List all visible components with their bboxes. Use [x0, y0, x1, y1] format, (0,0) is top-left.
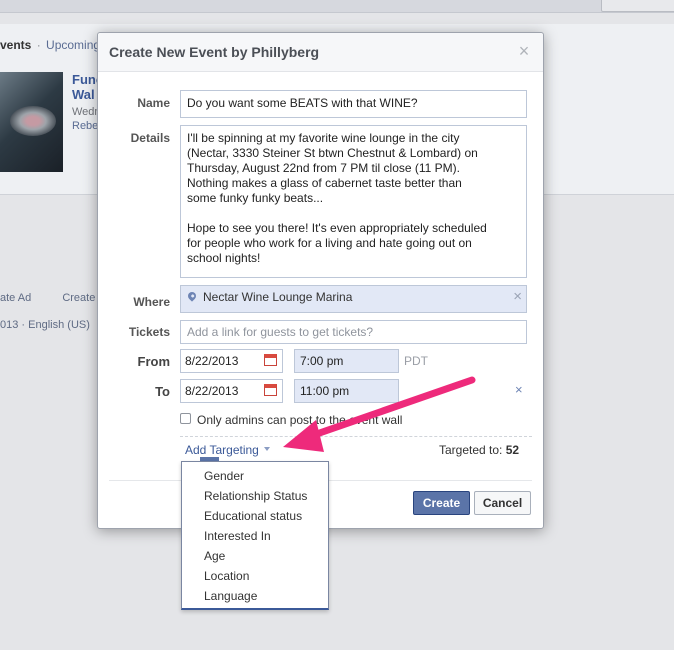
cancel-button[interactable]: Cancel: [474, 491, 531, 515]
menu-item-interested-in[interactable]: Interested In: [204, 529, 271, 543]
footer-language-link[interactable]: English (US): [28, 319, 90, 331]
events-tab[interactable]: vents: [0, 38, 31, 52]
menu-item-location[interactable]: Location: [204, 569, 249, 583]
footer-separator: ·: [21, 319, 26, 331]
location-pin-icon: [186, 290, 198, 302]
end-date-value: 8/22/2013: [185, 384, 239, 398]
menu-item-language[interactable]: Language: [204, 589, 257, 603]
tickets-link-input[interactable]: Add a link for guests to get tickets?: [180, 320, 527, 344]
targeting-divider: [180, 436, 532, 437]
top-bar: [0, 0, 674, 13]
calendar-icon[interactable]: [264, 384, 277, 396]
tickets-label: Tickets: [128, 325, 170, 339]
location-value: Nectar Wine Lounge Marina: [203, 290, 353, 304]
event-thumbnail[interactable]: [0, 72, 63, 172]
footer-copyright: 013 · English (US): [0, 319, 90, 331]
close-icon[interactable]: ×: [515, 42, 533, 60]
menu-item-educational-status[interactable]: Educational status: [204, 509, 302, 523]
targeted-summary: Targeted to: 52: [439, 443, 519, 457]
targeted-label: Targeted to:: [439, 443, 503, 457]
targeting-menu: Gender Relationship Status Educational s…: [181, 461, 329, 610]
admins-only-label: Only admins can post to the event wall: [197, 413, 403, 427]
footer-year: 013: [0, 319, 19, 331]
details-label: Details: [130, 131, 170, 145]
end-time-input[interactable]: 11:00 pm: [294, 379, 399, 403]
start-date-input[interactable]: 8/22/2013: [180, 349, 283, 373]
caret-down-icon: [263, 446, 270, 451]
add-targeting-label: Add Targeting: [185, 443, 259, 457]
targeted-count: 52: [505, 443, 520, 457]
event-details-textarea[interactable]: I'll be spinning at my favorite wine lou…: [180, 125, 527, 278]
end-date-input[interactable]: 8/22/2013: [180, 379, 283, 403]
name-label: Name: [137, 96, 170, 110]
turntable-record: [10, 106, 56, 136]
remove-end-time-icon[interactable]: ×: [515, 382, 523, 397]
to-label: To: [155, 384, 170, 399]
dialog-header: Create New Event by Phillyberg ×: [98, 33, 543, 72]
where-label: Where: [133, 295, 170, 309]
menu-item-gender[interactable]: Gender: [204, 469, 244, 483]
create-button[interactable]: Create: [413, 491, 470, 515]
clear-location-icon[interactable]: ×: [513, 288, 522, 305]
event-name-input[interactable]: Do you want some BEATS with that WINE?: [180, 90, 527, 118]
create-event-dialog: Create New Event by Phillyberg × Name Do…: [97, 32, 544, 529]
timezone-label: PDT: [404, 354, 428, 368]
from-label: From: [137, 354, 171, 369]
add-targeting-link[interactable]: Add Targeting: [185, 443, 270, 457]
start-date-value: 8/22/2013: [185, 354, 239, 368]
top-bar-button[interactable]: [601, 0, 674, 12]
footer-create-ad-link[interactable]: ate Ad: [0, 292, 31, 304]
breadcrumb-separator: ·: [36, 38, 41, 52]
footer-links: ate Ad Create P: [0, 292, 106, 304]
menu-item-relationship-status[interactable]: Relationship Status: [204, 489, 307, 503]
calendar-icon[interactable]: [264, 354, 277, 366]
menu-item-age[interactable]: Age: [204, 549, 225, 563]
start-time-input[interactable]: 7:00 pm: [294, 349, 399, 373]
admins-only-checkbox[interactable]: [180, 413, 191, 424]
event-location-input[interactable]: Nectar Wine Lounge Marina ×: [180, 285, 527, 313]
dialog-title: Create New Event by Phillyberg: [109, 44, 320, 60]
